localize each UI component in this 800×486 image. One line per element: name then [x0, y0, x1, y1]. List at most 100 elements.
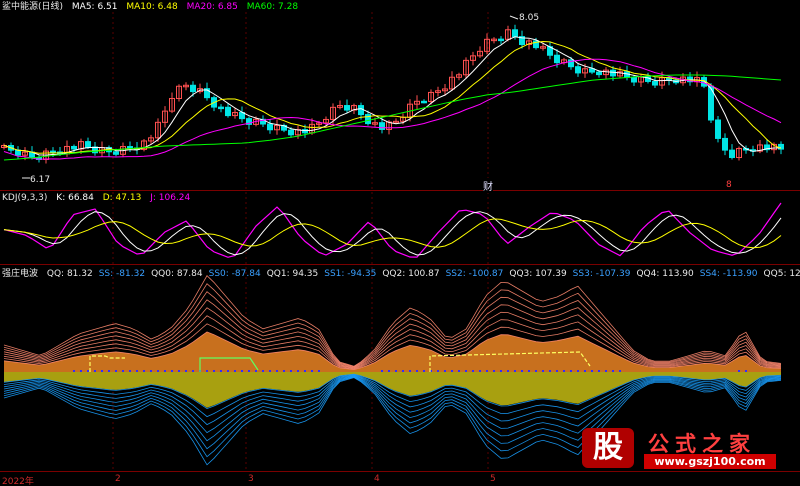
wave-dot — [164, 370, 166, 372]
kdj-d-value: D: 47.13 — [102, 193, 142, 203]
wave-dot — [108, 370, 110, 372]
wave-dot — [437, 370, 439, 372]
wave-value-8: QQ3: 107.39 — [509, 269, 567, 279]
wave-dot — [304, 370, 306, 372]
kdj-d-line — [3, 218, 782, 249]
panel-separator — [0, 264, 800, 265]
chart-canvas — [1, 12, 784, 471]
panel-separator — [0, 471, 800, 472]
wave-dot — [542, 370, 544, 372]
high-price-label: 8.05 — [519, 13, 540, 23]
wave-dot — [129, 370, 131, 372]
x-axis-label: 2 — [115, 474, 121, 484]
wave-dot — [745, 370, 747, 372]
wave-dot — [507, 370, 509, 372]
wave-dot — [185, 370, 187, 372]
ma20-value: MA20: 6.85 — [186, 2, 238, 12]
wave-dot — [472, 370, 474, 372]
wave-dot — [577, 370, 579, 372]
candle-body — [267, 123, 273, 131]
watermark-url: www.gszj100.com — [644, 454, 776, 469]
watermark-logo: 股 公式之家 www.gszj100.com — [582, 428, 778, 469]
ma5-line — [3, 36, 782, 156]
wave-dot — [283, 370, 285, 372]
wave-dot — [556, 370, 558, 372]
wave-value-12: QQ5: 120.42 — [763, 269, 800, 279]
wave-dot — [220, 370, 222, 372]
wave-dot — [444, 370, 446, 372]
candle-body — [652, 80, 658, 86]
wave-dot — [738, 370, 740, 372]
wave-dot — [297, 370, 299, 372]
wave-value-4: QQ1: 94.35 — [266, 269, 319, 279]
wave-value-10: QQ4: 113.90 — [636, 269, 694, 279]
wave-dot — [500, 370, 502, 372]
wave-dot — [402, 370, 404, 372]
candle-body — [512, 29, 518, 38]
low-price-label: 6.17 — [30, 175, 51, 185]
wave-dot — [206, 370, 208, 372]
wave-dot — [318, 370, 320, 372]
wave-value-3: SS0: -87.84 — [208, 269, 261, 279]
wave-dot — [591, 370, 593, 372]
wave-dot — [570, 370, 572, 372]
wave-dot — [143, 370, 145, 372]
wave-dot — [115, 370, 117, 372]
wave-dot — [451, 370, 453, 372]
wave-dot — [122, 370, 124, 372]
wave-value-6: QQ2: 100.87 — [382, 269, 440, 279]
ma20-line — [3, 58, 782, 160]
wave-dot — [395, 370, 397, 372]
wave-name: 强庄电波 — [2, 269, 39, 279]
wave-dot — [416, 370, 418, 372]
wave-dot — [514, 370, 516, 372]
wave-dot — [584, 370, 586, 372]
candle-body — [288, 129, 294, 136]
candle-body — [127, 146, 133, 149]
wave-dot — [605, 370, 607, 372]
wave-dot — [241, 370, 243, 372]
candle-body — [596, 71, 602, 76]
wave-dot — [388, 370, 390, 372]
wave-dot — [136, 370, 138, 372]
candle-body — [421, 100, 427, 104]
kdj-name: KDJ(9,3,3) — [2, 193, 48, 203]
kdj-k-value: K: 66.84 — [56, 193, 94, 203]
wave-dot — [234, 370, 236, 372]
ma10-line — [3, 40, 782, 154]
wave-dot — [612, 370, 614, 372]
finance-marker[interactable]: 财 — [483, 178, 493, 193]
wave-dot — [619, 370, 621, 372]
wave-dot — [80, 370, 82, 372]
candle-body — [715, 119, 721, 139]
wave-value-0: QQ: 81.32 — [46, 269, 93, 279]
wave-dot — [381, 370, 383, 372]
wave-dot — [486, 370, 488, 372]
wave-dot — [192, 370, 194, 372]
wave-dot — [171, 370, 173, 372]
wave-dot — [262, 370, 264, 372]
wave-dot — [101, 370, 103, 372]
wave-dot — [269, 370, 271, 372]
kdj-j-value: J: 106.24 — [150, 193, 191, 203]
wave-dot — [290, 370, 292, 372]
wave-value-1: SS: -81.32 — [98, 269, 146, 279]
wave-dot — [248, 370, 250, 372]
wave-value-9: SS3: -107.39 — [572, 269, 631, 279]
candle-body — [631, 76, 637, 83]
event-marker[interactable]: 8 — [726, 180, 732, 190]
wave-dot — [213, 370, 215, 372]
candle-body — [113, 151, 119, 155]
candle-body — [225, 106, 231, 117]
wave-dot — [255, 370, 257, 372]
candle-body — [50, 150, 56, 154]
wave-dot — [465, 370, 467, 372]
wave-dot — [311, 370, 313, 372]
panel-separator — [0, 190, 800, 191]
high-pointer — [509, 15, 519, 20]
x-axis-label: 5 — [490, 474, 496, 484]
wave-dot — [535, 370, 537, 372]
candle-body — [554, 54, 560, 64]
wave-dot — [458, 370, 460, 372]
candle-body — [610, 69, 616, 77]
